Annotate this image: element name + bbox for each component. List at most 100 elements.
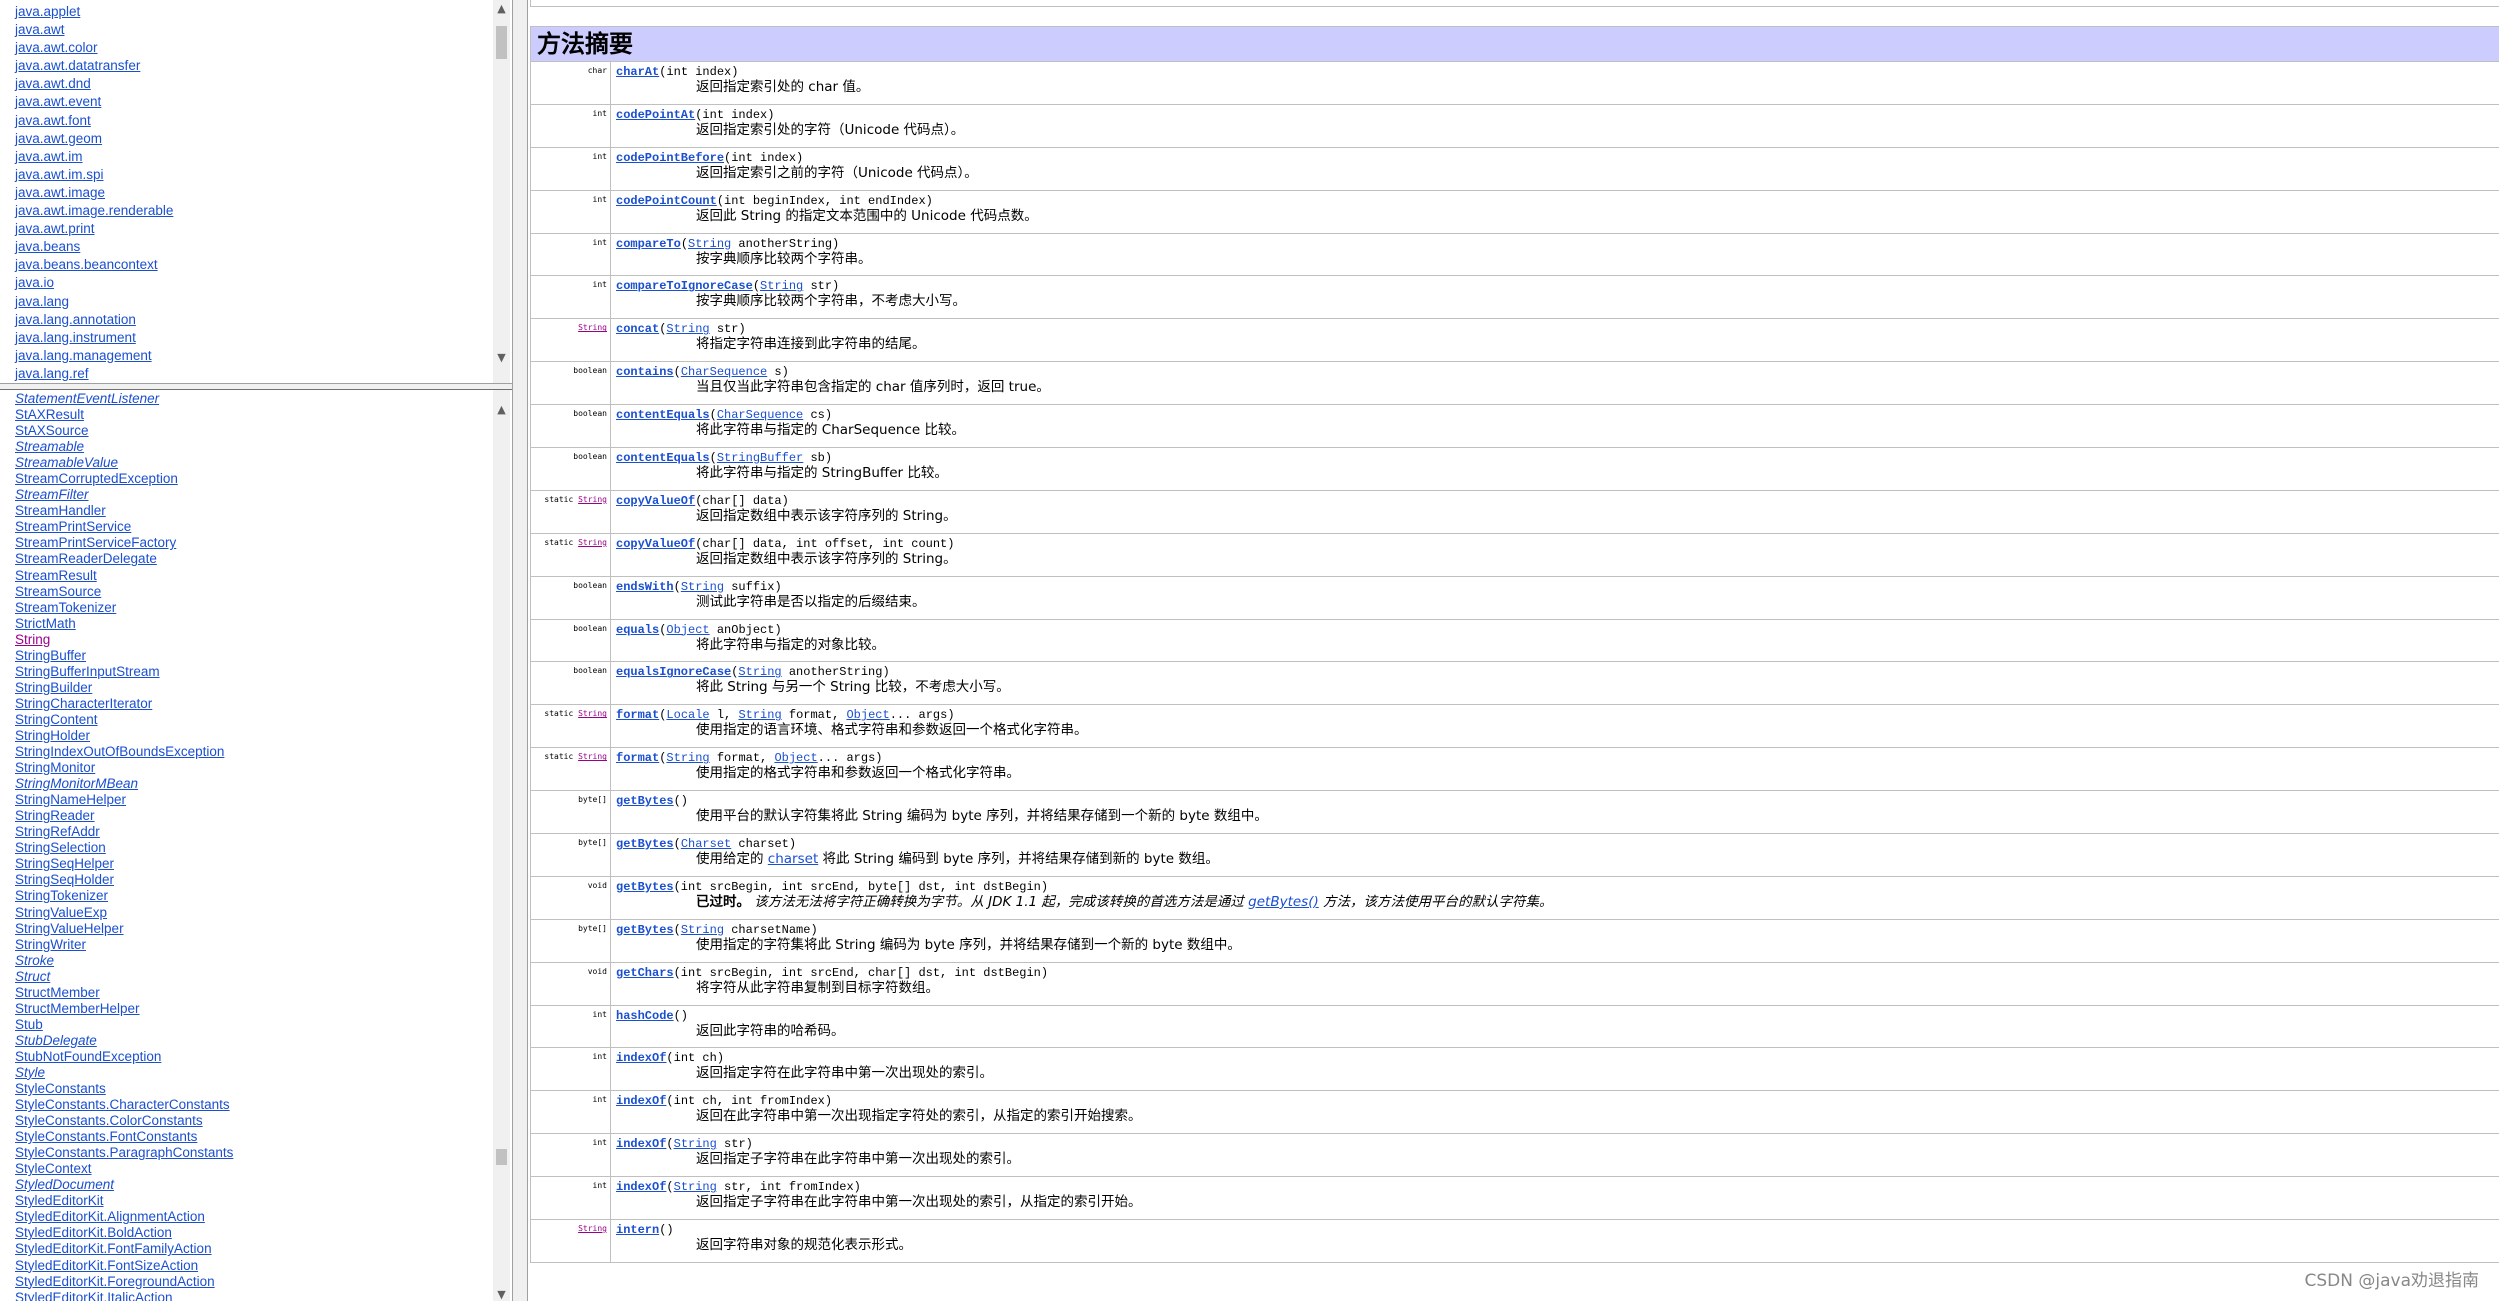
class-link[interactable]: StringSeqHolder bbox=[15, 872, 114, 887]
type-link[interactable]: Charset bbox=[681, 837, 731, 851]
method-name-link[interactable]: indexOf bbox=[616, 1180, 666, 1194]
class-link[interactable]: StyledEditorKit bbox=[15, 1193, 104, 1208]
method-name-link[interactable]: endsWith bbox=[616, 580, 674, 594]
package-link[interactable]: java.awt.dnd bbox=[15, 76, 91, 91]
method-name-link[interactable]: getBytes bbox=[616, 794, 674, 808]
package-link[interactable]: java.awt.geom bbox=[15, 131, 102, 146]
type-link[interactable]: String bbox=[578, 752, 607, 761]
package-link[interactable]: java.awt.print bbox=[15, 221, 95, 236]
type-link[interactable]: Object bbox=[846, 708, 889, 722]
method-name-link[interactable]: contentEquals bbox=[616, 408, 710, 422]
class-link[interactable]: StructMemberHelper bbox=[15, 1001, 140, 1016]
package-link[interactable]: java.applet bbox=[15, 4, 80, 19]
class-link[interactable]: StringMonitor bbox=[15, 760, 95, 775]
method-name-link[interactable]: compareToIgnoreCase bbox=[616, 279, 753, 293]
class-link[interactable]: StyledEditorKit.FontFamilyAction bbox=[15, 1241, 212, 1256]
class-link[interactable]: StringValueHelper bbox=[15, 921, 124, 936]
type-link[interactable]: String bbox=[666, 751, 709, 765]
method-name-link[interactable]: codePointAt bbox=[616, 108, 695, 122]
type-link[interactable]: StringBuffer bbox=[717, 451, 803, 465]
package-link[interactable]: java.io bbox=[15, 275, 54, 290]
class-link[interactable]: StringReader bbox=[15, 808, 95, 823]
class-link[interactable]: StreamResult bbox=[15, 568, 97, 583]
class-link[interactable]: StringIndexOutOfBoundsException bbox=[15, 744, 224, 759]
method-name-link[interactable]: equalsIgnoreCase bbox=[616, 665, 731, 679]
class-link[interactable]: StyledEditorKit.AlignmentAction bbox=[15, 1209, 205, 1224]
type-link[interactable]: Object bbox=[774, 751, 817, 765]
type-link[interactable]: String bbox=[681, 923, 724, 937]
package-link[interactable]: java.awt.color bbox=[15, 40, 98, 55]
scroll-down-arrow-icon[interactable]: ▼ bbox=[493, 349, 510, 366]
package-link[interactable]: java.beans.beancontext bbox=[15, 257, 158, 272]
class-link[interactable]: StyleConstants.FontConstants bbox=[15, 1129, 197, 1144]
package-link[interactable]: java.awt.font bbox=[15, 113, 91, 128]
vertical-frame-splitter[interactable] bbox=[512, 0, 528, 1301]
scroll-up-arrow-icon[interactable]: ▲ bbox=[493, 401, 510, 418]
scrollbar-thumb[interactable] bbox=[496, 26, 507, 59]
method-name-link[interactable]: codePointCount bbox=[616, 194, 717, 208]
scrollbar-thumb[interactable] bbox=[496, 1149, 507, 1165]
class-link[interactable]: StreamHandler bbox=[15, 503, 106, 518]
method-name-link[interactable]: compareTo bbox=[616, 237, 681, 251]
class-link[interactable]: StyleConstants.CharacterConstants bbox=[15, 1097, 230, 1112]
class-link[interactable]: StringBuilder bbox=[15, 680, 92, 695]
class-link[interactable]: StAXSource bbox=[15, 423, 89, 438]
class-link[interactable]: StringBuffer bbox=[15, 648, 86, 663]
method-name-link[interactable]: equals bbox=[616, 623, 659, 637]
method-name-link[interactable]: hashCode bbox=[616, 1009, 674, 1023]
class-link[interactable]: StyledEditorKit.BoldAction bbox=[15, 1225, 172, 1240]
interface-link[interactable]: Stroke bbox=[15, 953, 54, 968]
class-link[interactable]: StreamTokenizer bbox=[15, 600, 116, 615]
method-name-link[interactable]: getBytes bbox=[616, 880, 674, 894]
type-link[interactable]: String bbox=[760, 279, 803, 293]
package-link[interactable]: java.lang.annotation bbox=[15, 312, 136, 327]
package-link[interactable]: java.awt bbox=[15, 22, 65, 37]
class-link[interactable]: StringWriter bbox=[15, 937, 86, 952]
type-link[interactable]: String bbox=[578, 495, 607, 504]
class-link[interactable]: Stub bbox=[15, 1017, 43, 1032]
method-name-link[interactable]: contains bbox=[616, 365, 674, 379]
package-link[interactable]: java.awt.datatransfer bbox=[15, 58, 140, 73]
method-name-link[interactable]: concat bbox=[616, 322, 659, 336]
type-link[interactable]: String bbox=[674, 1137, 717, 1151]
interface-link[interactable]: Struct bbox=[15, 969, 50, 984]
type-link[interactable]: String bbox=[578, 709, 607, 718]
type-link[interactable]: String bbox=[738, 665, 781, 679]
method-name-link[interactable]: getChars bbox=[616, 966, 674, 980]
class-link[interactable]: StreamPrintService bbox=[15, 519, 131, 534]
class-link[interactable]: StringSeqHelper bbox=[15, 856, 114, 871]
type-link[interactable]: String bbox=[578, 323, 607, 332]
class-list-scrollbar[interactable]: ▲ ▼ bbox=[493, 390, 510, 1301]
class-link[interactable]: StringCharacterIterator bbox=[15, 696, 152, 711]
class-link[interactable]: StringBufferInputStream bbox=[15, 664, 160, 679]
package-link[interactable]: java.lang.management bbox=[15, 348, 152, 363]
method-name-link[interactable]: format bbox=[616, 751, 659, 765]
method-name-link[interactable]: charAt bbox=[616, 65, 659, 79]
package-link[interactable]: java.awt.im.spi bbox=[15, 167, 104, 182]
type-link[interactable]: CharSequence bbox=[717, 408, 803, 422]
class-link[interactable]: StringSelection bbox=[15, 840, 106, 855]
type-link[interactable]: Object bbox=[666, 623, 709, 637]
class-link[interactable]: StyleConstants bbox=[15, 1081, 106, 1096]
type-link[interactable]: String bbox=[738, 708, 781, 722]
method-name-link[interactable]: contentEquals bbox=[616, 451, 710, 465]
package-link[interactable]: java.lang.ref bbox=[15, 366, 89, 381]
scroll-down-arrow-icon[interactable]: ▼ bbox=[493, 1286, 510, 1301]
interface-link[interactable]: StatementEventListener bbox=[15, 391, 159, 406]
package-link[interactable]: java.lang bbox=[15, 294, 69, 309]
class-link[interactable]: StyleConstants.ParagraphConstants bbox=[15, 1145, 233, 1160]
type-link[interactable]: String bbox=[681, 580, 724, 594]
type-link[interactable]: charset bbox=[768, 851, 818, 867]
class-link[interactable]: String bbox=[15, 632, 50, 647]
type-link[interactable]: String bbox=[688, 237, 731, 251]
package-link[interactable]: java.awt.im bbox=[15, 149, 83, 164]
class-link[interactable]: StreamPrintServiceFactory bbox=[15, 535, 176, 550]
method-name-link[interactable]: format bbox=[616, 708, 659, 722]
class-link[interactable]: StAXResult bbox=[15, 407, 84, 422]
package-link[interactable]: java.awt.image bbox=[15, 185, 105, 200]
type-link[interactable]: String bbox=[674, 1180, 717, 1194]
class-link[interactable]: StyledEditorKit.ItalicAction bbox=[15, 1290, 173, 1301]
class-link[interactable]: StringContent bbox=[15, 712, 98, 727]
interface-link[interactable]: StringMonitorMBean bbox=[15, 776, 138, 791]
method-name-link[interactable]: intern bbox=[616, 1223, 659, 1237]
